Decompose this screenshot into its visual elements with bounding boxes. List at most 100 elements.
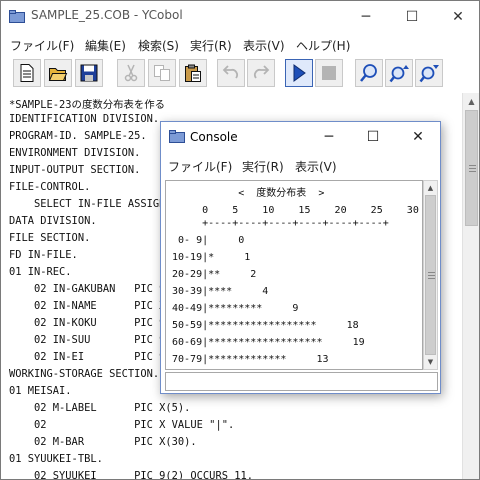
output-line: < 度数分布表 >: [172, 188, 325, 199]
console-output[interactable]: < 度数分布表 > 0 5 10 15 20 25 30 (人) +----+-…: [165, 180, 423, 370]
grip-line: [428, 278, 435, 279]
find-button[interactable]: [355, 59, 383, 87]
title-bar: SAMPLE_25.COB - YCobol ─ ☐ ✕: [1, 1, 479, 32]
output-line: 0 5 10 15 20 25 30 (人): [172, 205, 423, 216]
console-menu-run[interactable]: 実行(R): [242, 158, 284, 175]
code-line: 02 IN-KOKU PIC 9: [9, 317, 166, 329]
scroll-thumb[interactable]: [465, 110, 478, 226]
toolbar: [13, 59, 473, 89]
grip-line: [469, 171, 476, 172]
console-menu-bar: ファイル(F) 実行(R) 表示(V): [161, 156, 440, 176]
open-file-button[interactable]: [44, 59, 72, 87]
play-icon: [293, 64, 306, 82]
editor-vertical-scrollbar[interactable]: ▲: [462, 93, 479, 479]
stop-icon: [322, 66, 336, 80]
find-next-button[interactable]: [415, 59, 443, 87]
redo-button[interactable]: [247, 59, 275, 87]
output-line: 30-39|**** 4: [172, 286, 269, 297]
menu-view[interactable]: 表示(V): [243, 37, 285, 54]
magnifier-down-icon: [419, 65, 439, 83]
console-vertical-scrollbar[interactable]: ▲ ▼: [423, 180, 438, 370]
output-line: 70-79|************* 13: [172, 354, 329, 365]
redo-icon: [254, 65, 270, 79]
code-line: 01 MEISAI.: [9, 385, 72, 397]
code-line: *SAMPLE-23の度数分布表を作る: [9, 99, 166, 111]
console-scroll-up-icon[interactable]: ▲: [424, 181, 437, 195]
new-document-icon: [20, 64, 34, 82]
code-line: FILE SECTION.: [9, 232, 91, 244]
console-input-field[interactable]: [165, 372, 438, 391]
stop-button[interactable]: [315, 59, 343, 87]
magnifier-icon: [360, 64, 377, 82]
undo-button[interactable]: [217, 59, 245, 87]
grip-line: [469, 165, 476, 166]
menu-search[interactable]: 検索(S): [138, 37, 179, 54]
console-minimize-button[interactable]: ─: [307, 122, 351, 152]
console-title-bar: Console ─ ☐ ✕: [161, 122, 440, 152]
new-file-button[interactable]: [13, 59, 41, 87]
output-line: 60-69|******************* 19: [172, 337, 365, 348]
save-disk-icon: [80, 64, 98, 82]
paste-clipboard-icon: [185, 64, 201, 82]
code-line: IDENTIFICATION DIVISION.: [9, 113, 160, 125]
output-line: 10-19|* 1: [172, 252, 251, 263]
code-line: 01 IN-REC.: [9, 266, 72, 278]
menu-bar: ファイル(F) 編集(E) 検索(S) 実行(R) 表示(V) ヘルプ(H): [1, 35, 479, 55]
run-button[interactable]: [285, 59, 313, 87]
code-line: 02 PIC X VALUE "|".: [9, 419, 235, 431]
cut-button[interactable]: [117, 59, 145, 87]
undo-icon: [222, 65, 238, 79]
code-line: SELECT IN-FILE ASSIGN: [9, 198, 166, 210]
code-line: 02 SYUUKEI PIC 9(2) OCCURS 11.: [9, 470, 253, 480]
code-line: INPUT-OUTPUT SECTION.: [9, 164, 141, 176]
code-line: 02 IN-EI PIC 9: [9, 351, 166, 363]
menu-edit[interactable]: 編集(E): [85, 37, 126, 54]
output-line: 40-49|********* 9: [172, 303, 299, 314]
menu-run[interactable]: 実行(R): [190, 37, 232, 54]
maximize-button[interactable]: ☐: [389, 1, 435, 32]
copy-button[interactable]: [148, 59, 176, 87]
code-line: ENVIRONMENT DIVISION.: [9, 147, 141, 159]
code-line: 02 M-LABEL PIC X(5).: [9, 402, 191, 414]
menu-help[interactable]: ヘルプ(H): [296, 37, 350, 54]
code-line: 02 M-BAR PIC X(30).: [9, 436, 197, 448]
close-button[interactable]: ✕: [435, 1, 479, 32]
console-window: Console ─ ☐ ✕ ファイル(F) 実行(R) 表示(V) < 度数分布…: [160, 121, 441, 394]
grip-line: [428, 272, 435, 273]
output-line: 50-59|****************** 18: [172, 320, 359, 331]
scroll-up-arrow-icon[interactable]: ▲: [463, 93, 479, 110]
output-line: 20-29|** 2: [172, 269, 257, 280]
code-line: PROGRAM-ID. SAMPLE-25.: [9, 130, 147, 142]
console-scroll-thumb[interactable]: [425, 195, 436, 355]
console-menu-file[interactable]: ファイル(F): [168, 158, 232, 175]
console-scroll-down-icon[interactable]: ▼: [424, 355, 437, 369]
code-line: FILE-CONTROL.: [9, 181, 91, 193]
console-maximize-button[interactable]: ☐: [351, 122, 395, 152]
code-line: 02 IN-SUU PIC 9: [9, 334, 166, 346]
console-title: Console: [190, 130, 238, 144]
paste-button[interactable]: [179, 59, 207, 87]
console-app-icon: [169, 130, 185, 143]
grip-line: [469, 168, 476, 169]
copy-icon: [154, 65, 170, 81]
code-line: 02 IN-NAME PIC X: [9, 300, 166, 312]
code-line: 01 SYUUKEI-TBL.: [9, 453, 103, 465]
output-line: 0- 9| 0: [172, 235, 245, 246]
code-line: FD IN-FILE.: [9, 249, 78, 261]
window-title: SAMPLE_25.COB - YCobol: [31, 8, 183, 22]
open-folder-icon: [48, 68, 68, 81]
code-line: 02 IN-GAKUBAN PIC 9: [9, 283, 166, 295]
code-line: DATA DIVISION.: [9, 215, 97, 227]
output-line: +----+----+----+----+----+----+: [172, 218, 389, 229]
scissors-icon: [124, 64, 138, 82]
app-icon: [9, 10, 25, 23]
console-close-button[interactable]: ✕: [396, 122, 440, 152]
find-previous-button[interactable]: [385, 59, 413, 87]
minimize-button[interactable]: ─: [343, 1, 389, 32]
code-line: WORKING-STORAGE SECTION.: [9, 368, 160, 380]
menu-file[interactable]: ファイル(F): [10, 37, 74, 54]
console-menu-view[interactable]: 表示(V): [295, 158, 337, 175]
grip-line: [428, 275, 435, 276]
save-file-button[interactable]: [75, 59, 103, 87]
magnifier-up-icon: [389, 65, 409, 83]
